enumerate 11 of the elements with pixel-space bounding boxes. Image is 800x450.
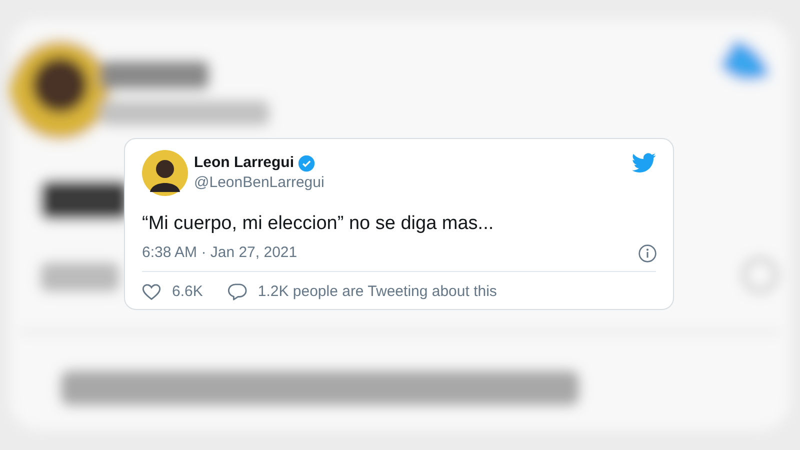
info-icon[interactable] [638, 244, 657, 262]
author-name[interactable]: Leon Larregui [194, 153, 294, 173]
conversation-link[interactable]: 1.2K people are Tweeting about this [258, 281, 497, 304]
bird-icon[interactable] [632, 153, 656, 173]
heart-icon[interactable] [142, 283, 161, 302]
tweet-text: “Mi cuerpo, mi eleccion” no se diga mas... [142, 212, 495, 236]
tweet-timestamp[interactable]: 6:38 AM · Jan 27, 2021 [142, 243, 298, 263]
speech-bubble-icon[interactable] [228, 283, 247, 302]
like-count[interactable]: 6.6K [172, 281, 203, 304]
avatar[interactable] [142, 150, 188, 196]
author-handle[interactable]: @LeonBenLarregui [194, 173, 324, 193]
